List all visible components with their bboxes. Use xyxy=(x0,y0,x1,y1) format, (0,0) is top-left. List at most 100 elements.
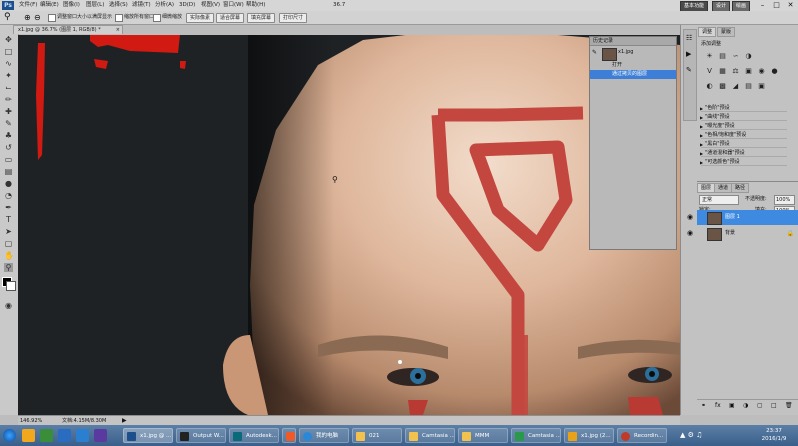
brush-tool-icon[interactable]: ✎ xyxy=(4,119,13,128)
actions-panel-icon[interactable]: ▶ xyxy=(686,50,691,58)
black-white-icon[interactable]: ▣ xyxy=(744,67,753,76)
type-tool-icon[interactable]: T xyxy=(4,215,13,224)
exposure-icon[interactable]: ◑ xyxy=(744,52,753,61)
tab-paths[interactable]: 路径 xyxy=(731,183,750,193)
tab-adjustments[interactable]: 调整 xyxy=(698,27,717,37)
task-folder-021[interactable]: 021 xyxy=(352,428,402,443)
task-photoshop[interactable]: x1.jpg @ ... xyxy=(123,428,173,443)
history-item-open[interactable]: 打开 xyxy=(590,61,676,70)
layer-mask-icon[interactable]: ▣ xyxy=(729,402,735,409)
hand-tool-icon[interactable]: ✋ xyxy=(4,251,14,260)
start-button-icon[interactable] xyxy=(3,429,16,442)
zoom-tool-icon[interactable]: ⚲ xyxy=(4,12,11,23)
lasso-tool-icon[interactable]: ∿ xyxy=(4,59,13,68)
task-recording[interactable]: Recordin... xyxy=(617,428,667,443)
invert-icon[interactable]: ◐ xyxy=(705,82,714,91)
selective-color-icon[interactable]: ▣ xyxy=(757,82,766,91)
task-camtasia-1[interactable]: Camtasia ... xyxy=(405,428,455,443)
quicklaunch-app-icon[interactable] xyxy=(40,429,53,442)
task-x1-jpg[interactable]: x1.jpg (2... xyxy=(564,428,614,443)
menu-view[interactable]: 视图(V) xyxy=(201,0,220,11)
tab-layers[interactable]: 图层 xyxy=(697,183,716,193)
new-layer-icon[interactable]: □ xyxy=(771,402,777,409)
close-tab-icon[interactable]: × xyxy=(116,26,120,35)
menu-window[interactable]: 窗口(W) xyxy=(223,0,244,11)
minimize-button[interactable]: – xyxy=(756,0,769,11)
color-balance-icon[interactable]: ⚖ xyxy=(731,67,740,76)
history-item-layer-via-copy[interactable]: 通过拷贝的图层 xyxy=(590,70,676,79)
brush-panel-icon[interactable]: ✎ xyxy=(686,66,692,74)
eyedropper-tool-icon[interactable]: ✏ xyxy=(4,95,13,104)
task-my-computer[interactable]: 我的电脑 xyxy=(299,428,349,443)
zoom-level[interactable]: 36.7 xyxy=(333,0,345,11)
snapshot-label[interactable]: x1.jpg xyxy=(618,49,633,55)
preset-channel-mixer[interactable]: "通道混和器"预设 xyxy=(700,150,787,157)
marquee-tool-icon[interactable]: □ xyxy=(4,47,13,56)
system-clock[interactable]: 23:37 2016/1/9 xyxy=(754,427,794,444)
layer-row-background[interactable]: ◉ 背景 🔒 xyxy=(687,226,798,241)
history-brush-tool-icon[interactable]: ↺ xyxy=(4,143,13,152)
task-autodesk[interactable]: Autodesk... xyxy=(229,428,279,443)
task-folder-mmm[interactable]: MMM xyxy=(458,428,508,443)
document-tab[interactable]: x1.jpg @ 36.7% (图层 1, RGB/8) * × xyxy=(13,25,123,34)
menu-layer[interactable]: 图层(L) xyxy=(86,0,104,11)
menu-help[interactable]: 帮助(H) xyxy=(246,0,265,11)
zoom-tool-icon[interactable]: ⚲ xyxy=(4,263,13,272)
quicklaunch-media-icon[interactable] xyxy=(94,429,107,442)
adjustment-layer-icon[interactable]: ◑ xyxy=(743,402,748,409)
vibrance-icon[interactable]: V xyxy=(705,67,714,76)
task-output[interactable]: Output W... xyxy=(176,428,226,443)
visibility-eye-icon[interactable]: ◉ xyxy=(684,210,696,225)
channel-mixer-icon[interactable]: ● xyxy=(770,67,779,76)
preset-hue-saturation[interactable]: "色相/饱和度"预设 xyxy=(700,132,787,139)
eraser-tool-icon[interactable]: ▭ xyxy=(4,155,13,164)
close-button[interactable]: ✕ xyxy=(784,0,797,11)
posterize-icon[interactable]: ▩ xyxy=(718,82,727,91)
scrubby-zoom-checkbox[interactable] xyxy=(153,14,161,22)
quicklaunch-mail-icon[interactable] xyxy=(58,429,71,442)
move-tool-icon[interactable]: ✥ xyxy=(4,35,13,44)
quick-select-tool-icon[interactable]: ✦ xyxy=(4,71,13,80)
healing-brush-tool-icon[interactable]: ✚ xyxy=(4,107,13,116)
task-camtasia-2[interactable]: Camtasia ... xyxy=(511,428,561,443)
path-select-tool-icon[interactable]: ➤ xyxy=(4,227,13,236)
visibility-eye-icon[interactable]: ◉ xyxy=(684,226,696,241)
layer-row-layer1[interactable]: ◉ 图层 1 xyxy=(687,210,798,225)
shape-tool-icon[interactable]: ▢ xyxy=(4,239,13,248)
photo-filter-icon[interactable]: ◉ xyxy=(757,67,766,76)
tab-masks[interactable]: 蒙版 xyxy=(717,27,736,37)
menu-filter[interactable]: 滤镜(T) xyxy=(132,0,151,11)
menu-3d[interactable]: 3D(D) xyxy=(179,0,195,11)
gradient-map-icon[interactable]: ▤ xyxy=(744,82,753,91)
history-brush-source-icon[interactable]: ✎ xyxy=(592,49,600,57)
task-app[interactable] xyxy=(282,428,296,443)
gradient-tool-icon[interactable]: ▤ xyxy=(4,167,13,176)
blend-mode-select[interactable]: 正常 xyxy=(699,195,739,205)
clone-stamp-tool-icon[interactable]: ♣ xyxy=(4,131,13,140)
menu-edit[interactable]: 编辑(E) xyxy=(40,0,59,11)
tray-icons[interactable]: ▲ ⚙ ♫ xyxy=(680,431,702,439)
zoom-all-windows-checkbox[interactable] xyxy=(115,14,123,22)
preset-exposure[interactable]: "曝光度"预设 xyxy=(700,123,787,130)
opacity-input[interactable]: 100% xyxy=(774,195,795,205)
actual-pixels-button[interactable]: 实际像素 xyxy=(186,13,215,23)
new-group-icon[interactable]: ▢ xyxy=(757,402,763,409)
dodge-tool-icon[interactable]: ◔ xyxy=(4,191,13,200)
quicklaunch-bird-icon[interactable] xyxy=(76,429,89,442)
blur-tool-icon[interactable]: ● xyxy=(4,179,13,188)
preset-levels[interactable]: "色阶"预设 xyxy=(700,105,787,112)
resize-windows-checkbox[interactable] xyxy=(48,14,56,22)
delete-layer-icon[interactable]: 🗑 xyxy=(785,402,793,409)
pen-tool-icon[interactable]: ✒ xyxy=(4,203,13,212)
document-canvas[interactable]: ⚲ xyxy=(18,35,680,415)
crop-tool-icon[interactable]: ⌙ xyxy=(4,83,13,92)
history-panel-icon[interactable]: ☷ xyxy=(686,34,692,42)
print-size-button[interactable]: 打印尺寸 xyxy=(279,13,308,23)
menu-image[interactable]: 图像(I) xyxy=(63,0,80,11)
link-layers-icon[interactable]: ⚭ xyxy=(701,402,706,409)
fit-screen-button[interactable]: 适合屏幕 xyxy=(216,13,245,23)
fill-screen-button[interactable]: 填充屏幕 xyxy=(247,13,276,23)
quicklaunch-folder-icon[interactable] xyxy=(22,429,35,442)
quick-mask-icon[interactable]: ◉ xyxy=(4,301,13,310)
preset-curves[interactable]: "曲线"预设 xyxy=(700,114,787,121)
